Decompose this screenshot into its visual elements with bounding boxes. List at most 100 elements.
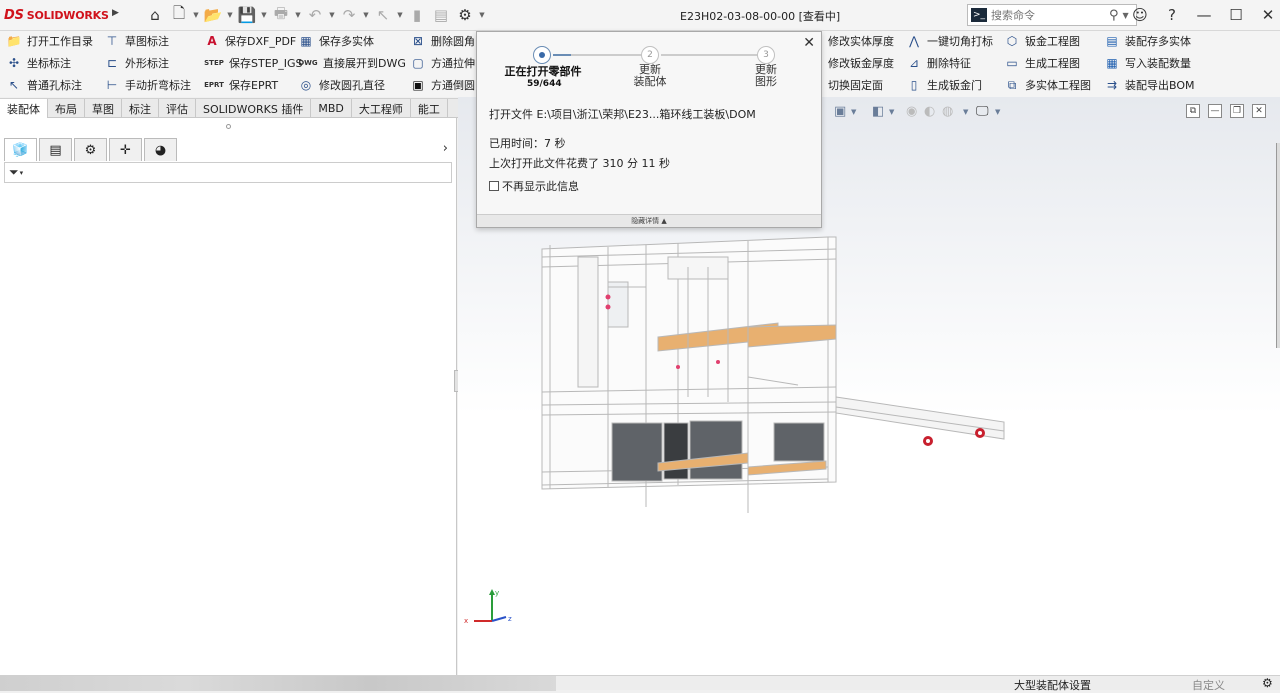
help-icon[interactable]: ? — [1160, 4, 1184, 26]
panel-collapse-handle[interactable] — [226, 124, 231, 129]
chevron-down-icon[interactable]: ▼ — [260, 11, 268, 19]
menu-expand-icon[interactable]: ▶ — [112, 8, 119, 18]
checkbox-box[interactable] — [489, 181, 499, 191]
export-bom-button[interactable]: ⇉ 装配导出BOM — [1104, 75, 1195, 95]
generate-sheetmetal-door-button[interactable]: ▯ 生成钣金门 — [906, 75, 982, 95]
feature-tree-tab-icon[interactable]: 🧊 — [4, 138, 37, 161]
app-logo[interactable]: DS SOLIDWORKS — [4, 6, 109, 25]
tab-engineer[interactable]: 大工程师 — [352, 99, 411, 118]
chevron-down-icon[interactable]: ▼ — [226, 11, 234, 19]
new-file-icon[interactable]: 🗋 — [168, 4, 190, 25]
minimize-view-icon[interactable]: — — [1208, 104, 1222, 118]
dimxpert-tab-icon[interactable]: ✛ — [109, 138, 142, 161]
save-step-igs-button[interactable]: STEP 保存STEP_IGS — [204, 53, 302, 73]
close-icon[interactable]: ✕ — [1256, 4, 1280, 26]
tab-layout[interactable]: 布局 — [48, 99, 85, 118]
property-manager-tab-icon[interactable]: ▤ — [39, 138, 72, 161]
open-workdir-button[interactable]: 📁 打开工作目录 — [6, 31, 93, 51]
tab-markup[interactable]: 标注 — [122, 99, 159, 118]
chevron-down-icon[interactable]: ▼ — [294, 11, 302, 19]
assembly-model[interactable] — [518, 227, 1078, 527]
chevron-down-icon[interactable]: ▼ — [192, 11, 200, 19]
search-icon[interactable]: ⚲ — [1109, 8, 1119, 23]
maximize-icon[interactable]: ☐ — [1224, 4, 1248, 26]
manual-bend-dimension-button[interactable]: ⊢ 手动折弯标注 — [104, 75, 191, 95]
delete-feature-button[interactable]: ⊿ 删除特征 — [906, 53, 971, 73]
chevron-down-icon[interactable]: ▼ — [328, 11, 336, 19]
multibody-drawing-button[interactable]: ⧉ 多实体工程图 — [1004, 75, 1091, 95]
tile-view-icon[interactable]: ❐ — [1230, 104, 1244, 118]
search-input[interactable] — [991, 8, 1109, 22]
filter-icon[interactable]: ⏷ — [9, 165, 19, 180]
hide-details-toggle[interactable]: 隐藏详情 ▲ — [477, 214, 821, 227]
modify-hole-diameter-button[interactable]: ◎ 修改圆孔直径 — [298, 75, 385, 95]
hide-show-icon[interactable]: ◉ — [906, 104, 917, 119]
scene-icon[interactable]: ◍ — [942, 104, 953, 119]
settings-icon[interactable]: ⚙ — [1262, 676, 1273, 690]
tab-assembly[interactable]: 装配体 — [0, 99, 48, 118]
save-dxf-pdf-button[interactable]: A 保存DXF_PDF — [204, 31, 296, 51]
view-orientation-icon[interactable]: ▣ — [834, 104, 846, 119]
chevron-down-icon[interactable]: ▼ — [478, 11, 486, 19]
tab-evaluate[interactable]: 评估 — [159, 99, 196, 118]
chevron-down-icon[interactable]: ▼ — [995, 108, 1000, 116]
config-manager-tab-icon[interactable]: ⚙ — [74, 138, 107, 161]
circle-icon: ◎ — [300, 78, 312, 92]
generate-drawing-button[interactable]: ▭ 生成工程图 — [1004, 53, 1080, 73]
delete-fillet-button[interactable]: ⊠ 删除圆角 — [410, 31, 475, 51]
user-icon[interactable]: ☺ — [1128, 4, 1152, 26]
display-style-icon[interactable]: ◧ — [872, 104, 884, 119]
outline-dimension-button[interactable]: ⊏ 外形标注 — [104, 53, 169, 73]
tube-extrude-button[interactable]: ▢ 方通拉伸 — [410, 53, 475, 73]
tube-round-button[interactable]: ▣ 方通倒圆 — [410, 75, 475, 95]
tab-more[interactable]: 能工 — [411, 99, 448, 118]
switch-fixed-face-button[interactable]: 切换固定面 — [828, 75, 883, 95]
dont-show-checkbox[interactable]: 不再显示此信息 — [489, 178, 579, 194]
file-props-icon[interactable]: ▤ — [430, 5, 452, 25]
assembly-save-multibody-button[interactable]: ▤ 装配存多实体 — [1104, 31, 1191, 51]
undo-icon[interactable]: ↶ — [304, 5, 326, 25]
modify-sheetmetal-thickness-button[interactable]: 修改钣金厚度 — [828, 53, 894, 73]
coordinate-dimension-button[interactable]: ✣ 坐标标注 — [6, 53, 71, 73]
customize-status[interactable]: 自定义 — [1192, 677, 1225, 693]
redo-icon[interactable]: ↷ — [338, 5, 360, 25]
minimize-icon[interactable]: — — [1192, 4, 1216, 26]
edit-appearance-icon[interactable]: ◐ — [924, 104, 935, 119]
save-eprt-button[interactable]: EPRT 保存EPRT — [204, 75, 278, 95]
chevron-down-icon[interactable]: ▼ — [889, 108, 894, 116]
search-commands[interactable]: >_ ⚲ ▼ — [967, 4, 1137, 26]
chevron-right-icon[interactable]: › — [443, 141, 448, 156]
chevron-down-icon[interactable]: ▼ — [396, 11, 404, 19]
filter-bar[interactable]: ⏷ ▾ — [4, 162, 452, 183]
write-assembly-qty-button[interactable]: ▦ 写入装配数量 — [1104, 53, 1191, 73]
chevron-down-icon[interactable]: ▼ — [851, 108, 856, 116]
home-icon[interactable]: ⌂ — [144, 5, 166, 25]
close-icon[interactable]: ✕ — [803, 35, 815, 51]
chamfer-mark-button[interactable]: ⋀ 一键切角打标 — [906, 31, 993, 51]
modify-body-thickness-button[interactable]: 修改实体厚度 — [828, 31, 894, 51]
task-pane-edge[interactable] — [1276, 143, 1280, 348]
tab-sketch[interactable]: 草图 — [85, 99, 122, 118]
chevron-down-icon[interactable]: ▾ — [20, 169, 24, 177]
save-multibody-button[interactable]: ▦ 保存多实体 — [298, 31, 374, 51]
hole-dimension-button[interactable]: ↖ 普通孔标注 — [6, 75, 82, 95]
tab-mbd[interactable]: MBD — [311, 99, 352, 118]
rebuild-icon[interactable]: ▮ — [406, 5, 428, 25]
save-icon[interactable]: 💾 — [236, 5, 258, 25]
step-line — [661, 54, 757, 56]
sheetmetal-drawing-button[interactable]: ⬡ 钣金工程图 — [1004, 31, 1080, 51]
sketch-dimension-button[interactable]: ⊤ 草图标注 — [104, 31, 169, 51]
chevron-down-icon[interactable]: ▼ — [963, 108, 968, 116]
unfold-to-dwg-button[interactable]: DWG 直接展开到DWG — [298, 53, 406, 73]
chevron-down-icon[interactable]: ▼ — [362, 11, 370, 19]
tab-addins[interactable]: SOLIDWORKS 插件 — [196, 99, 312, 118]
restore-view-icon[interactable]: ⧉ — [1186, 104, 1200, 118]
options-icon[interactable]: ⚙ — [454, 5, 476, 25]
display-manager-tab-icon[interactable]: ◕ — [144, 138, 177, 161]
view-settings-icon[interactable]: 🖵 — [976, 104, 989, 119]
close-view-icon[interactable]: ✕ — [1252, 104, 1266, 118]
print-icon[interactable]: 🖶 — [270, 4, 292, 25]
select-icon[interactable]: ↖ — [372, 5, 394, 25]
open-icon[interactable]: 📂 — [202, 5, 224, 25]
large-assembly-settings[interactable]: 大型装配体设置 — [1014, 677, 1091, 693]
